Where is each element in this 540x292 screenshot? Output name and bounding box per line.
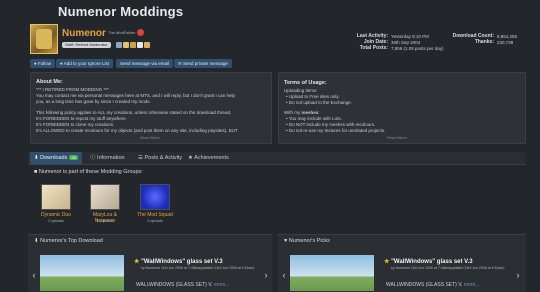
terms-item: • Do not upload to the Exchange. <box>286 100 352 105</box>
about-text: It's ALLOWED to create recolours for my … <box>36 128 238 133</box>
ignore-button[interactable]: ● Add to your Ignore List <box>56 59 114 68</box>
read-more-link[interactable]: Read More <box>140 135 160 140</box>
follow-button[interactable]: ● Follow <box>30 59 55 68</box>
envelope-icon: ✉ <box>178 61 182 67</box>
user-title: The ModFather <box>108 30 136 35</box>
download-count-badge: 96 <box>69 155 78 160</box>
star-icon: ★ <box>384 259 390 265</box>
download-count-value: 8,864,285 <box>497 34 518 39</box>
terms-title: Terms of Usage: <box>284 80 327 86</box>
terms-item: • You may include with Lots. <box>286 116 342 121</box>
badge-icon <box>137 42 143 48</box>
total-posts-label: Total Posts: <box>359 45 388 51</box>
chevron-right-icon[interactable]: › <box>514 270 522 280</box>
chevron-left-icon[interactable]: ‹ <box>280 270 288 280</box>
join-date-value: 30th Sep 2004 <box>391 40 421 45</box>
more-link[interactable]: more... <box>214 282 230 288</box>
heart-icon: ♥ <box>284 238 288 244</box>
badge-icon <box>144 42 150 48</box>
chevron-right-icon[interactable]: › <box>262 270 270 280</box>
more-link[interactable]: more... <box>464 282 480 288</box>
tab-downloads[interactable]: ⬇ Downloads 96 <box>30 152 82 164</box>
badge-icon <box>116 42 122 48</box>
total-posts-value: 7,959 (1.09 posts per day) <box>391 46 444 51</box>
group-name[interactable]: Dynamic Duo <box>33 212 79 218</box>
page-title: Numenor Moddings <box>58 4 184 19</box>
tab-posts[interactable]: ☰ Posts & Activity <box>134 152 186 164</box>
thanks-label: Thanks: <box>474 39 494 45</box>
group-thumbnail[interactable] <box>41 184 71 210</box>
download-byline: by Numenor 11th Jun 2006 at 7:48am(updat… <box>141 266 255 270</box>
status-icon <box>137 29 144 36</box>
top-download-title: ⬇ Numenor's Top Download <box>34 238 103 244</box>
user-icon: ● <box>34 61 37 67</box>
tab-achievements[interactable]: ★ Achievements <box>184 152 233 164</box>
group-uploads: 15 uploads <box>96 219 114 223</box>
badge-icon <box>130 42 136 48</box>
terms-item: • Do not re-use my textures for unrelate… <box>286 128 386 133</box>
read-more-link[interactable]: Read More <box>387 135 407 140</box>
chevron-left-icon[interactable]: ‹ <box>30 270 38 280</box>
avatar[interactable] <box>30 24 58 54</box>
group-uploads: 2 uploads <box>48 219 64 223</box>
info-icon: ⓘ <box>90 155 96 161</box>
download-description: WALLWINDOWS (GLASS SET) V. more... <box>136 282 230 288</box>
pick-title[interactable]: ★ "WallWindows" glass set V.3 <box>384 258 473 265</box>
staff-badge: Staff: Retired Moderator <box>62 42 111 48</box>
groups-title: ■ Numenor is part of these Modding Group… <box>34 169 143 175</box>
email-button[interactable]: Send message via email <box>116 59 174 68</box>
group-uploads: 3 uploads <box>147 219 163 223</box>
pick-byline: by Numenor 11th Jun 2006 at 7:48am(updat… <box>391 266 505 270</box>
picks-title: ♥ Numenor's Picks <box>284 238 330 244</box>
download-title[interactable]: ★ "WallWindows" glass set V.3 <box>134 258 223 265</box>
trophy-icon: ★ <box>188 155 193 161</box>
private-message-button[interactable]: ✉ Send private message <box>174 59 232 68</box>
terms-text: Uploading items: <box>284 88 318 93</box>
terms-item: • Do NOT include my meshes with recolour… <box>286 122 376 127</box>
posts-icon: ☰ <box>138 155 143 161</box>
terms-item: • Upload to Free sites only. <box>286 94 340 99</box>
download-icon: ⬇ <box>34 155 39 161</box>
group-name[interactable]: The Mod Squad <box>132 212 178 218</box>
ban-icon: ● <box>60 61 63 67</box>
username[interactable]: Numenor <box>62 28 106 39</box>
tab-information[interactable]: ⓘ Information <box>86 152 129 164</box>
thanks-value: 230,738 <box>497 40 514 45</box>
pick-thumbnail[interactable] <box>290 255 374 291</box>
group-thumbnail[interactable] <box>140 184 170 210</box>
group-thumbnail[interactable] <box>90 184 120 210</box>
pick-description: WALLWINDOWS (GLASS SET) V. more... <box>386 282 480 288</box>
about-title: About Me: <box>36 79 63 85</box>
badge-icon <box>123 42 129 48</box>
group-icon: ■ <box>34 169 38 175</box>
terms-text: With my meshes: <box>284 110 320 115</box>
download-icon: ⬇ <box>34 238 39 244</box>
about-text: you, as a long time has gone by since I … <box>36 99 151 104</box>
star-icon: ★ <box>134 259 140 265</box>
last-activity-value: Yesterday 8:10 PM <box>391 34 429 39</box>
download-thumbnail[interactable] <box>40 255 124 291</box>
